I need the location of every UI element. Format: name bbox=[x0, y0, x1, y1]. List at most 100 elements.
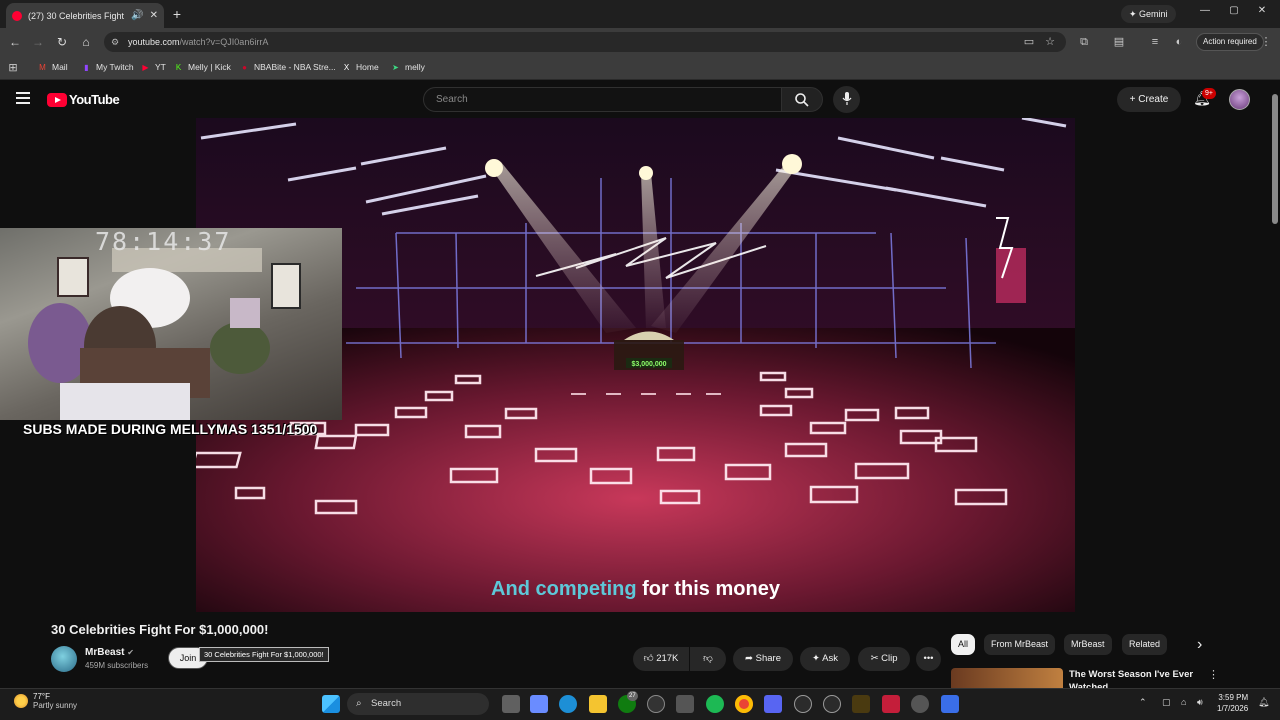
notification-center-icon[interactable]: 🔔︎ bbox=[1258, 697, 1269, 708]
new-tab-button[interactable]: + bbox=[168, 5, 186, 23]
side-panel-icon[interactable]: ▤ bbox=[1111, 34, 1127, 50]
related-video-menu-icon[interactable]: ⋮ bbox=[1208, 668, 1219, 681]
copilot-icon[interactable] bbox=[530, 695, 548, 713]
media-player-icon[interactable] bbox=[794, 695, 812, 713]
related-video-title[interactable]: The Worst Season I've Ever Watched bbox=[1069, 668, 1199, 688]
chip-all[interactable]: All bbox=[951, 634, 976, 655]
channel-avatar[interactable] bbox=[51, 646, 77, 672]
file-explorer-icon[interactable] bbox=[589, 695, 607, 713]
account-avatar[interactable] bbox=[1229, 89, 1250, 110]
url-host: youtube.com bbox=[128, 37, 180, 47]
clip-button[interactable]: ✂ Clip bbox=[858, 647, 910, 671]
taskbar-search-label: Search bbox=[371, 698, 402, 709]
like-button[interactable]: 👍︎ 217K bbox=[633, 647, 689, 671]
subs-goal-text: SUBS MADE DURING MELLYMAS 1351/1500 bbox=[23, 421, 318, 437]
twitch-icon: ▮ bbox=[84, 62, 89, 72]
more-actions-button[interactable]: ••• bbox=[916, 647, 941, 671]
caption-highlight: And competing bbox=[491, 578, 637, 600]
browser-tab[interactable]: (27) 30 Celebrities Fight For $1,000,000… bbox=[6, 3, 164, 28]
scissors-icon: ✂ bbox=[870, 653, 882, 664]
back-icon[interactable]: ← bbox=[6, 33, 24, 51]
browser-tab-bar bbox=[0, 0, 1280, 28]
channel-name[interactable]: MrBeast ✔ bbox=[85, 647, 134, 658]
search-button[interactable] bbox=[781, 87, 823, 112]
bookmark-star-icon[interactable]: ☆ bbox=[1042, 34, 1058, 50]
apps-grid-icon[interactable]: ⊞ bbox=[5, 60, 21, 76]
minimize-button[interactable]: — bbox=[1196, 5, 1214, 16]
volume-icon[interactable]: 🔊︎ bbox=[1197, 697, 1203, 708]
bookmark-label: Melly | Kick bbox=[188, 62, 231, 72]
cast-icon[interactable]: ▭ bbox=[1021, 34, 1037, 50]
thumbs-down-icon: 👎︎ bbox=[703, 653, 713, 664]
related-video-thumbnail[interactable] bbox=[951, 668, 1063, 688]
taskbar-search[interactable]: ⌕ Search bbox=[347, 693, 489, 715]
address-bar[interactable]: ⚙ youtube.com/watch?v=QJI0an6irrA bbox=[104, 32, 1066, 52]
reload-icon[interactable]: ↻ bbox=[53, 33, 71, 51]
youtube-logo[interactable]: YouTube bbox=[47, 92, 120, 107]
task-view-icon[interactable] bbox=[502, 695, 520, 713]
obs-icon[interactable] bbox=[647, 695, 665, 713]
profile-icon[interactable]: ◐ bbox=[1171, 34, 1187, 50]
network-icon[interactable]: ⌂ bbox=[1181, 697, 1186, 707]
tab-title: (27) 30 Celebrities Fight For $1,000,000… bbox=[28, 10, 125, 21]
subscriber-count: 459M subscribers bbox=[85, 661, 149, 670]
dislike-button[interactable]: 👎︎ bbox=[690, 647, 726, 671]
tray-app-icon[interactable]: ▢ bbox=[1162, 697, 1171, 708]
site-info-icon[interactable]: ⚙ bbox=[111, 32, 119, 52]
discord-icon[interactable] bbox=[764, 695, 782, 713]
tray-overflow-icon[interactable]: ⌃ bbox=[1139, 697, 1147, 708]
bookmark-my-twitch[interactable]: ▮ My Twitch bbox=[82, 61, 133, 73]
store-icon[interactable] bbox=[676, 695, 694, 713]
create-label: Create bbox=[1138, 94, 1169, 105]
reading-list-icon[interactable]: ≡ bbox=[1147, 34, 1163, 50]
action-required-button[interactable]: Action required bbox=[1196, 33, 1264, 51]
weather-widget[interactable]: 77°F Partly sunny bbox=[14, 692, 77, 710]
app-arrow-icon[interactable] bbox=[823, 695, 841, 713]
taskbar-search-icon: ⌕ bbox=[356, 698, 362, 709]
bookmark-home[interactable]: X Home bbox=[342, 61, 379, 73]
weather-condition: Partly sunny bbox=[33, 701, 78, 710]
bookmark-melly-kick[interactable]: K Melly | Kick bbox=[174, 61, 231, 73]
partly-sunny-icon bbox=[14, 694, 28, 708]
chips-next-arrow-icon[interactable]: › bbox=[1197, 636, 1202, 654]
x-icon: X bbox=[343, 62, 350, 72]
gemini-button[interactable]: ✦ Gemini bbox=[1121, 5, 1176, 23]
game-app-icon[interactable] bbox=[852, 695, 870, 713]
search-icon bbox=[795, 93, 809, 107]
notification-badge: 9+ bbox=[1202, 88, 1216, 99]
xbox-badge: 27 bbox=[627, 691, 638, 701]
browser-menu-icon[interactable]: ⋮ bbox=[1258, 34, 1274, 50]
webcam-scene bbox=[28, 248, 301, 420]
red-app-icon[interactable] bbox=[882, 695, 900, 713]
settings-gear-icon[interactable] bbox=[911, 695, 929, 713]
chrome-icon[interactable] bbox=[735, 695, 753, 713]
create-button[interactable]: + Create bbox=[1117, 87, 1181, 112]
edge-icon[interactable] bbox=[559, 695, 577, 713]
roblox-icon[interactable] bbox=[941, 695, 959, 713]
bookmark-mail[interactable]: M Mail bbox=[38, 61, 68, 73]
bookmark-melly[interactable]: ➤ melly bbox=[391, 61, 425, 73]
extensions-icon[interactable]: ⧉ bbox=[1076, 34, 1092, 50]
tab-audio-icon[interactable]: 🔊 bbox=[131, 10, 143, 21]
spotify-icon[interactable] bbox=[706, 695, 724, 713]
forward-icon[interactable]: → bbox=[29, 33, 47, 51]
windows-taskbar bbox=[0, 688, 1280, 720]
bookmark-yt[interactable]: ▶ YT bbox=[141, 61, 165, 73]
maximize-button[interactable]: ▢ bbox=[1225, 5, 1243, 16]
chip-from-mrbeast[interactable]: From MrBeast bbox=[984, 634, 1056, 655]
close-window-button[interactable]: ✕ bbox=[1253, 5, 1271, 16]
scrollbar-thumb[interactable] bbox=[1272, 94, 1278, 224]
voice-search-mic-icon[interactable] bbox=[833, 86, 860, 113]
tab-close-icon[interactable]: ✕ bbox=[150, 10, 158, 21]
search-input[interactable]: Search bbox=[423, 87, 782, 112]
menu-icon[interactable] bbox=[16, 92, 30, 104]
windows-start-icon[interactable] bbox=[322, 695, 340, 713]
ask-button[interactable]: ✦ Ask bbox=[800, 647, 850, 671]
bookmark-nbabite-nba-stre[interactable]: ● NBABite - NBA Stre... bbox=[240, 61, 336, 73]
chip-mrbeast[interactable]: MrBeast bbox=[1064, 634, 1112, 655]
home-icon[interactable]: ⌂ bbox=[77, 33, 95, 51]
bookmark-label: Mail bbox=[52, 62, 68, 72]
share-button[interactable]: ➦ Share bbox=[733, 647, 793, 671]
chip-related[interactable]: Related bbox=[1122, 634, 1168, 655]
system-clock[interactable]: 3:59 PM 1/7/2026 bbox=[1217, 692, 1248, 714]
